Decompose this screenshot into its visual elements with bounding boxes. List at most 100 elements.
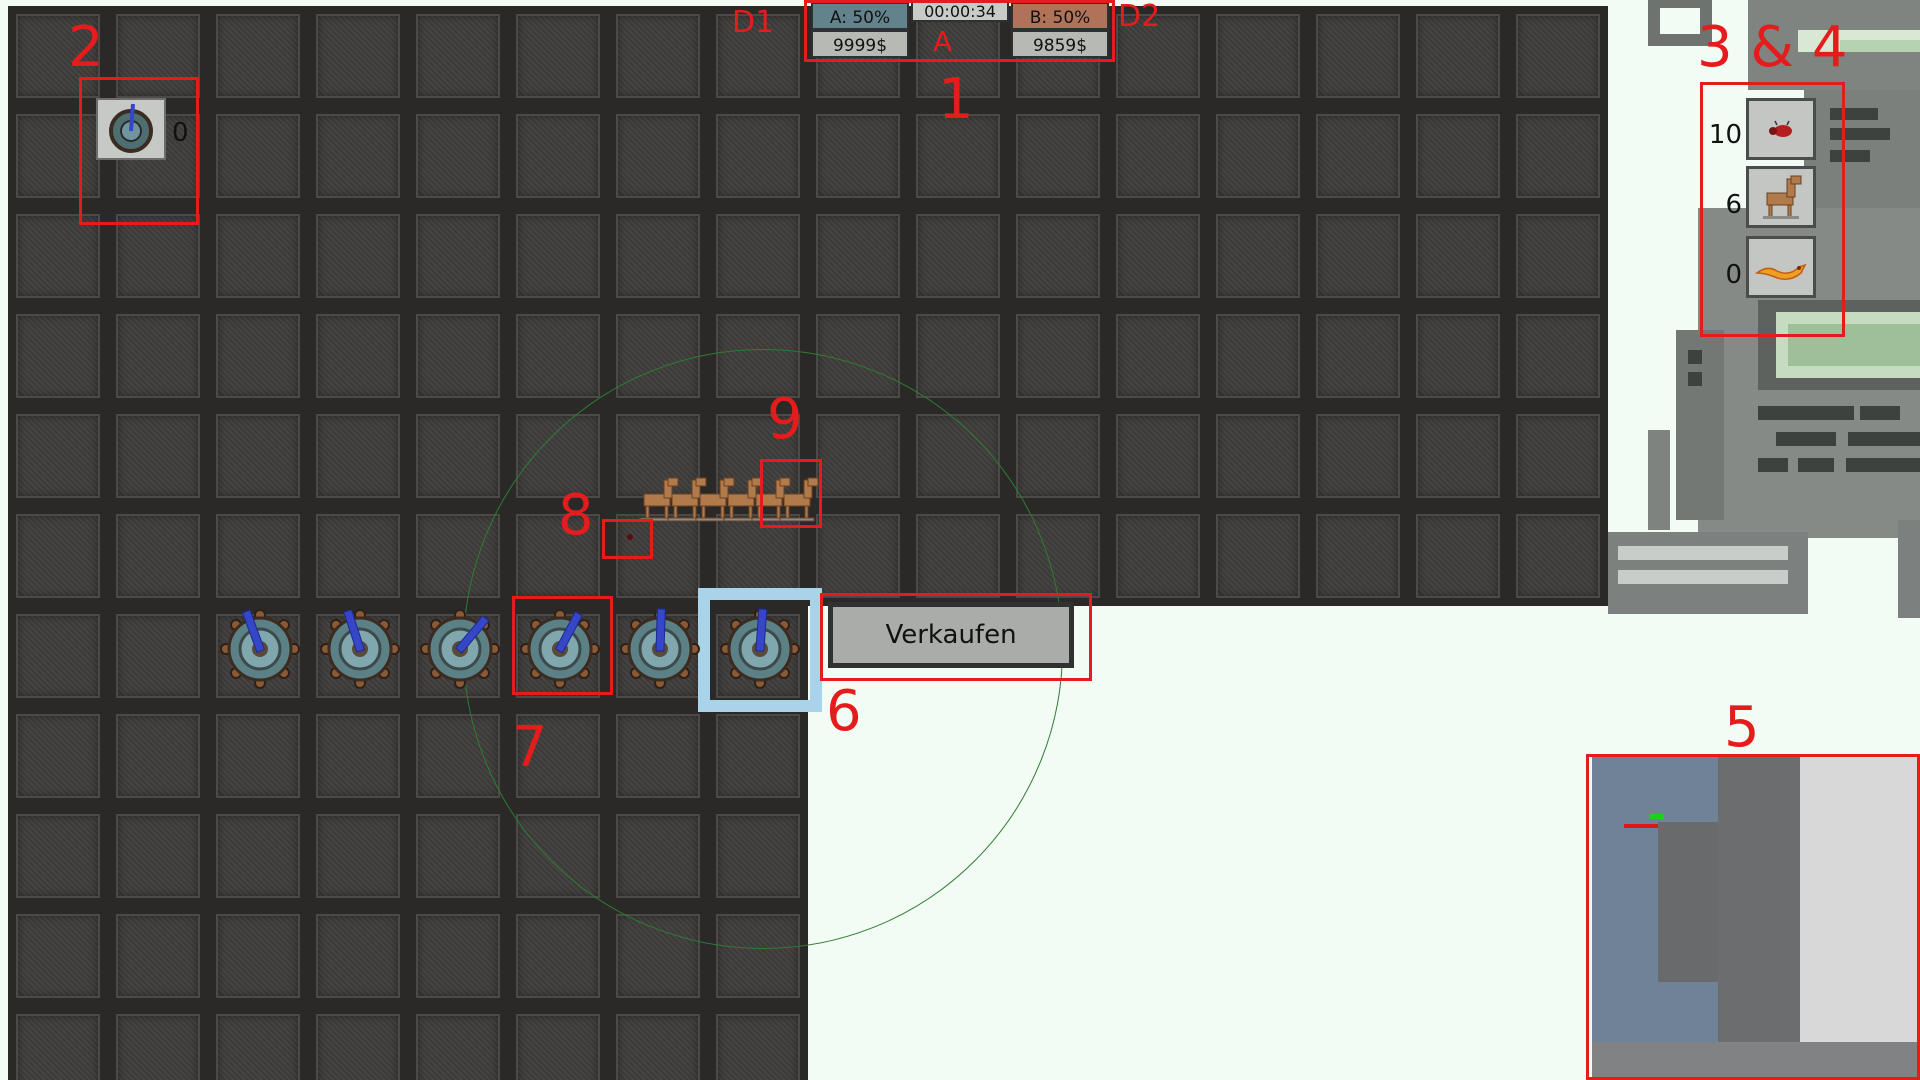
floor-tile[interactable] xyxy=(408,306,508,406)
floor-tile[interactable] xyxy=(1208,506,1308,606)
floor-tile[interactable] xyxy=(608,6,708,106)
floor-tile[interactable] xyxy=(408,206,508,306)
tower[interactable] xyxy=(718,607,802,691)
floor-tile[interactable] xyxy=(1508,106,1608,206)
floor-tile[interactable] xyxy=(708,1006,808,1080)
floor-tile[interactable] xyxy=(1208,206,1308,306)
floor-tile[interactable] xyxy=(1108,506,1208,606)
floor-tile[interactable] xyxy=(908,206,1008,306)
floor-tile[interactable] xyxy=(8,306,108,406)
floor-tile[interactable] xyxy=(208,106,308,206)
floor-tile[interactable] xyxy=(508,906,608,1006)
floor-tile[interactable] xyxy=(8,606,108,706)
floor-tile[interactable] xyxy=(1408,306,1508,406)
tower[interactable] xyxy=(618,607,702,691)
floor-tile[interactable] xyxy=(1108,406,1208,506)
floor-tile[interactable] xyxy=(1508,206,1608,306)
floor-tile[interactable] xyxy=(1008,306,1108,406)
floor-tile[interactable] xyxy=(108,306,208,406)
floor-tile[interactable] xyxy=(1208,306,1308,406)
floor-tile[interactable] xyxy=(408,1006,508,1080)
floor-tile[interactable] xyxy=(1408,106,1508,206)
floor-tile[interactable] xyxy=(1308,406,1408,506)
tower[interactable] xyxy=(418,607,502,691)
floor-tile[interactable] xyxy=(408,6,508,106)
floor-tile[interactable] xyxy=(508,1006,608,1080)
floor-tile[interactable] xyxy=(708,106,808,206)
floor-tile[interactable] xyxy=(1108,206,1208,306)
floor-tile[interactable] xyxy=(1508,406,1608,506)
floor-tile[interactable] xyxy=(408,106,508,206)
floor-tile[interactable] xyxy=(908,306,1008,406)
floor-tile[interactable] xyxy=(308,306,408,406)
floor-tile[interactable] xyxy=(1308,306,1408,406)
floor-tile[interactable] xyxy=(308,506,408,606)
floor-tile[interactable] xyxy=(1208,106,1308,206)
floor-tile[interactable] xyxy=(1508,306,1608,406)
floor-tile[interactable] xyxy=(108,606,208,706)
floor-tile[interactable] xyxy=(1408,6,1508,106)
game-canvas[interactable]: A: 50% 00:00:34 B: 50% 9999$ 9859$ A D1 … xyxy=(0,0,1920,1080)
floor-tile[interactable] xyxy=(1408,506,1508,606)
floor-tile[interactable] xyxy=(608,1006,708,1080)
floor-tile[interactable] xyxy=(108,906,208,1006)
floor-tile[interactable] xyxy=(408,806,508,906)
floor-tile[interactable] xyxy=(308,6,408,106)
floor-tile[interactable] xyxy=(8,506,108,606)
floor-tile[interactable] xyxy=(308,106,408,206)
floor-tile[interactable] xyxy=(608,106,708,206)
floor-tile[interactable] xyxy=(1308,106,1408,206)
floor-tile[interactable] xyxy=(208,406,308,506)
floor-tile[interactable] xyxy=(1308,6,1408,106)
floor-tile[interactable] xyxy=(108,706,208,806)
floor-tile[interactable] xyxy=(8,706,108,806)
floor-tile[interactable] xyxy=(1208,406,1308,506)
floor-tile[interactable] xyxy=(308,806,408,906)
floor-tile[interactable] xyxy=(1408,206,1508,306)
floor-tile[interactable] xyxy=(808,106,908,206)
floor-tile[interactable] xyxy=(1008,406,1108,506)
floor-tile[interactable] xyxy=(108,406,208,506)
floor-tile[interactable] xyxy=(8,906,108,1006)
floor-tile[interactable] xyxy=(108,806,208,906)
floor-tile[interactable] xyxy=(208,1006,308,1080)
floor-tile[interactable] xyxy=(308,706,408,806)
floor-tile[interactable] xyxy=(1008,106,1108,206)
floor-tile[interactable] xyxy=(208,6,308,106)
floor-tile[interactable] xyxy=(108,1006,208,1080)
floor-tile[interactable] xyxy=(8,1006,108,1080)
floor-tile[interactable] xyxy=(508,6,608,106)
floor-tile[interactable] xyxy=(1308,506,1408,606)
floor-tile[interactable] xyxy=(208,706,308,806)
floor-tile[interactable] xyxy=(1008,206,1108,306)
floor-tile[interactable] xyxy=(208,206,308,306)
tower[interactable] xyxy=(318,607,402,691)
floor-tile[interactable] xyxy=(308,206,408,306)
floor-tile[interactable] xyxy=(208,906,308,1006)
floor-tile[interactable] xyxy=(508,206,608,306)
floor-tile[interactable] xyxy=(408,906,508,1006)
floor-tile[interactable] xyxy=(308,906,408,1006)
floor-tile[interactable] xyxy=(1508,506,1608,606)
floor-tile[interactable] xyxy=(208,806,308,906)
floor-tile[interactable] xyxy=(1508,6,1608,106)
floor-tile[interactable] xyxy=(1408,406,1508,506)
floor-tile[interactable] xyxy=(508,306,608,406)
floor-tile[interactable] xyxy=(1108,106,1208,206)
floor-tile[interactable] xyxy=(1308,206,1408,306)
floor-tile[interactable] xyxy=(308,406,408,506)
floor-tile[interactable] xyxy=(608,206,708,306)
floor-tile[interactable] xyxy=(108,506,208,606)
floor-tile[interactable] xyxy=(8,406,108,506)
floor-tile[interactable] xyxy=(508,106,608,206)
floor-tile[interactable] xyxy=(308,1006,408,1080)
floor-tile[interactable] xyxy=(708,206,808,306)
floor-tile[interactable] xyxy=(208,506,308,606)
tower[interactable] xyxy=(218,607,302,691)
floor-tile[interactable] xyxy=(1208,6,1308,106)
floor-tile[interactable] xyxy=(808,206,908,306)
floor-tile[interactable] xyxy=(8,806,108,906)
floor-tile[interactable] xyxy=(208,306,308,406)
floor-tile[interactable] xyxy=(408,406,508,506)
floor-tile[interactable] xyxy=(1108,306,1208,406)
